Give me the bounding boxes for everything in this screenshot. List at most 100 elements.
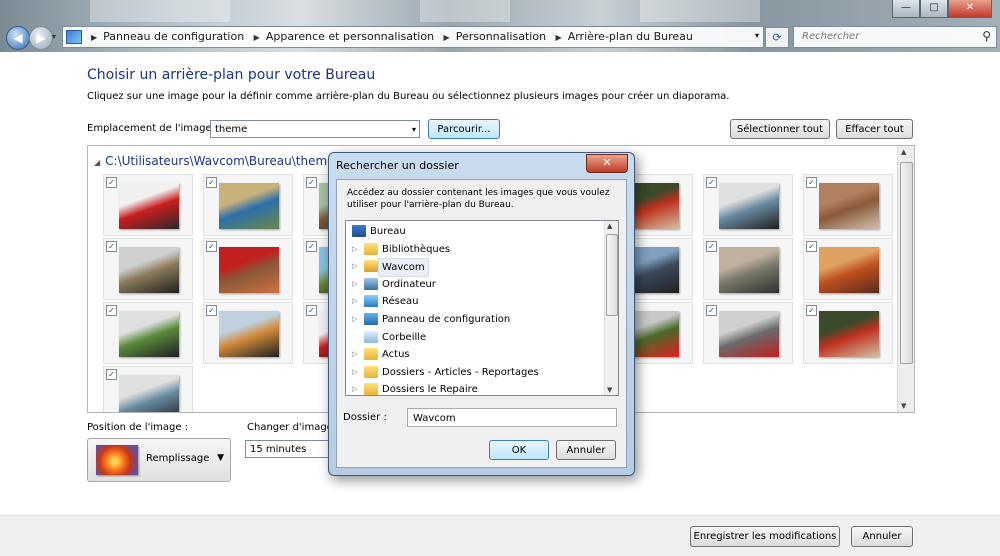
image-tile[interactable]: ✓ xyxy=(103,238,193,300)
scroll-down-arrow[interactable]: ▼ xyxy=(607,386,612,394)
image-tile[interactable]: ✓ xyxy=(803,238,893,300)
wallpaper-thumbnail[interactable] xyxy=(119,183,179,229)
tree-item[interactable]: ▷ Bibliothèques xyxy=(346,241,601,258)
tree-item[interactable]: ▷ Dossiers le Repaire xyxy=(346,381,601,395)
tree-item[interactable]: ▷Corbeille xyxy=(346,329,601,346)
save-changes-button[interactable]: Enregistrer les modifications xyxy=(690,526,840,547)
dialog-close-button[interactable]: ✕ xyxy=(586,154,628,173)
expand-icon[interactable]: ▷ xyxy=(352,293,357,310)
breadcrumb-item-control-panel[interactable]: Panneau de configuration xyxy=(103,30,244,43)
image-checkbox[interactable]: ✓ xyxy=(106,369,117,380)
wallpaper-thumbnail[interactable] xyxy=(119,311,179,357)
dialog-cancel-button[interactable]: Annuler xyxy=(556,440,616,460)
image-checkbox[interactable]: ✓ xyxy=(206,177,217,188)
expand-icon[interactable]: ▷ xyxy=(352,364,357,381)
image-checkbox[interactable]: ✓ xyxy=(106,177,117,188)
image-tile[interactable]: ✓ xyxy=(103,174,193,236)
wallpaper-thumbnail[interactable] xyxy=(219,311,279,357)
folder-path-header[interactable]: ◢ C:\Utilisateurs\Wavcom\Bureau\theme ( xyxy=(94,154,343,168)
change-interval-select[interactable]: 15 minutes xyxy=(245,440,335,458)
wallpaper-thumbnail[interactable] xyxy=(119,375,179,412)
forward-button[interactable]: ▶ xyxy=(29,26,53,50)
recent-pages-dropdown[interactable]: ▾ xyxy=(52,32,56,41)
tree-item[interactable]: ▷ Réseau xyxy=(346,293,601,310)
expand-icon[interactable]: ▷ xyxy=(352,311,357,328)
position-select[interactable]: Remplissage ▼ xyxy=(87,438,231,482)
image-tile[interactable]: ✓ xyxy=(703,238,793,300)
image-tile[interactable]: ✓ xyxy=(103,302,193,364)
expand-icon[interactable]: ▷ xyxy=(352,258,357,275)
breadcrumb-item-desktop-background[interactable]: Arrière-plan du Bureau xyxy=(568,30,693,43)
search-input[interactable] xyxy=(800,30,974,43)
expand-icon[interactable]: ▷ xyxy=(352,346,357,363)
image-checkbox[interactable]: ✓ xyxy=(306,305,317,316)
wallpaper-thumbnail[interactable] xyxy=(119,247,179,293)
chevron-down-icon[interactable]: ▼ xyxy=(217,453,224,463)
close-button[interactable]: ✕ xyxy=(948,0,992,18)
image-checkbox[interactable]: ✓ xyxy=(806,305,817,316)
wallpaper-thumbnail[interactable] xyxy=(819,311,879,357)
image-checkbox[interactable]: ✓ xyxy=(806,177,817,188)
image-checkbox[interactable]: ✓ xyxy=(106,305,117,316)
cancel-button[interactable]: Annuler xyxy=(851,526,913,547)
browse-button[interactable]: Parcourir... xyxy=(428,119,500,139)
wallpaper-thumbnail[interactable] xyxy=(819,183,879,229)
tree-item[interactable]: ▷ Ordinateur xyxy=(346,276,601,293)
breadcrumb-item-appearance[interactable]: Apparence et personnalisation xyxy=(266,30,434,43)
scroll-down-arrow[interactable]: ▼ xyxy=(901,402,906,410)
wallpaper-thumbnail[interactable] xyxy=(719,247,779,293)
tree-item[interactable]: ▷ Actus xyxy=(346,346,601,363)
image-checkbox[interactable]: ✓ xyxy=(706,177,717,188)
minimize-button[interactable]: — xyxy=(892,0,920,18)
address-bar[interactable]: ▶ Panneau de configuration ▶ Apparence et … xyxy=(62,26,764,48)
image-tile[interactable]: ✓ xyxy=(203,174,293,236)
folder-field[interactable]: Wavcom xyxy=(407,408,617,427)
image-tile[interactable]: ✓ xyxy=(703,302,793,364)
search-icon[interactable]: ⚲ xyxy=(982,29,991,43)
scroll-up-arrow[interactable]: ▲ xyxy=(901,148,906,156)
image-checkbox[interactable]: ✓ xyxy=(706,241,717,252)
scrollbar-thumb[interactable] xyxy=(900,162,913,364)
image-checkbox[interactable]: ✓ xyxy=(706,305,717,316)
tree-scrollbar[interactable]: ▲ ▼ xyxy=(604,221,618,395)
wallpaper-thumbnail[interactable] xyxy=(219,247,279,293)
tree-item[interactable]: ▷ Dossiers - Articles - Reportages xyxy=(346,364,601,381)
select-all-button[interactable]: Sélectionner tout xyxy=(730,119,830,139)
breadcrumb-item-personalization[interactable]: Personnalisation xyxy=(456,30,546,43)
tree-item[interactable]: Bureau xyxy=(346,223,601,240)
image-checkbox[interactable]: ✓ xyxy=(306,241,317,252)
maximize-button[interactable]: □ xyxy=(920,0,948,18)
gallery-scrollbar[interactable]: ▲ ▼ xyxy=(897,146,914,412)
expand-icon[interactable]: ▷ xyxy=(352,276,357,293)
image-tile[interactable]: ✓ xyxy=(803,302,893,364)
image-tile[interactable]: ✓ xyxy=(803,174,893,236)
image-tile[interactable]: ✓ xyxy=(703,174,793,236)
ok-button[interactable]: OK xyxy=(489,440,549,460)
scroll-up-arrow[interactable]: ▲ xyxy=(607,222,612,230)
wallpaper-thumbnail[interactable] xyxy=(819,247,879,293)
image-tile[interactable]: ✓ xyxy=(203,238,293,300)
refresh-button[interactable]: ⟳ xyxy=(765,27,789,48)
scrollbar-thumb[interactable] xyxy=(606,234,618,316)
image-tile[interactable]: ✓ xyxy=(103,366,193,412)
image-checkbox[interactable]: ✓ xyxy=(806,241,817,252)
clear-all-button[interactable]: Effacer tout xyxy=(836,119,913,139)
tree-item[interactable]: ▷ Panneau de configuration xyxy=(346,311,601,328)
image-checkbox[interactable]: ✓ xyxy=(206,305,217,316)
address-dropdown-icon[interactable]: ▾ xyxy=(755,31,759,40)
expand-icon[interactable]: ▷ xyxy=(352,241,357,258)
wallpaper-thumbnail[interactable] xyxy=(719,183,779,229)
image-checkbox[interactable]: ✓ xyxy=(106,241,117,252)
collapse-icon[interactable]: ◢ xyxy=(94,158,100,167)
back-button[interactable]: ◀ xyxy=(6,26,30,50)
location-select[interactable]: theme ▾ xyxy=(210,120,420,138)
search-box[interactable]: ⚲ xyxy=(793,26,997,48)
expand-icon[interactable]: ▷ xyxy=(352,381,357,395)
chevron-down-icon[interactable]: ▾ xyxy=(412,121,416,139)
wallpaper-thumbnail[interactable] xyxy=(219,183,279,229)
tree-item[interactable]: ▷ Wavcom xyxy=(346,258,601,278)
image-checkbox[interactable]: ✓ xyxy=(206,241,217,252)
image-tile[interactable]: ✓ xyxy=(203,302,293,364)
image-checkbox[interactable]: ✓ xyxy=(306,177,317,188)
wallpaper-thumbnail[interactable] xyxy=(719,311,779,357)
